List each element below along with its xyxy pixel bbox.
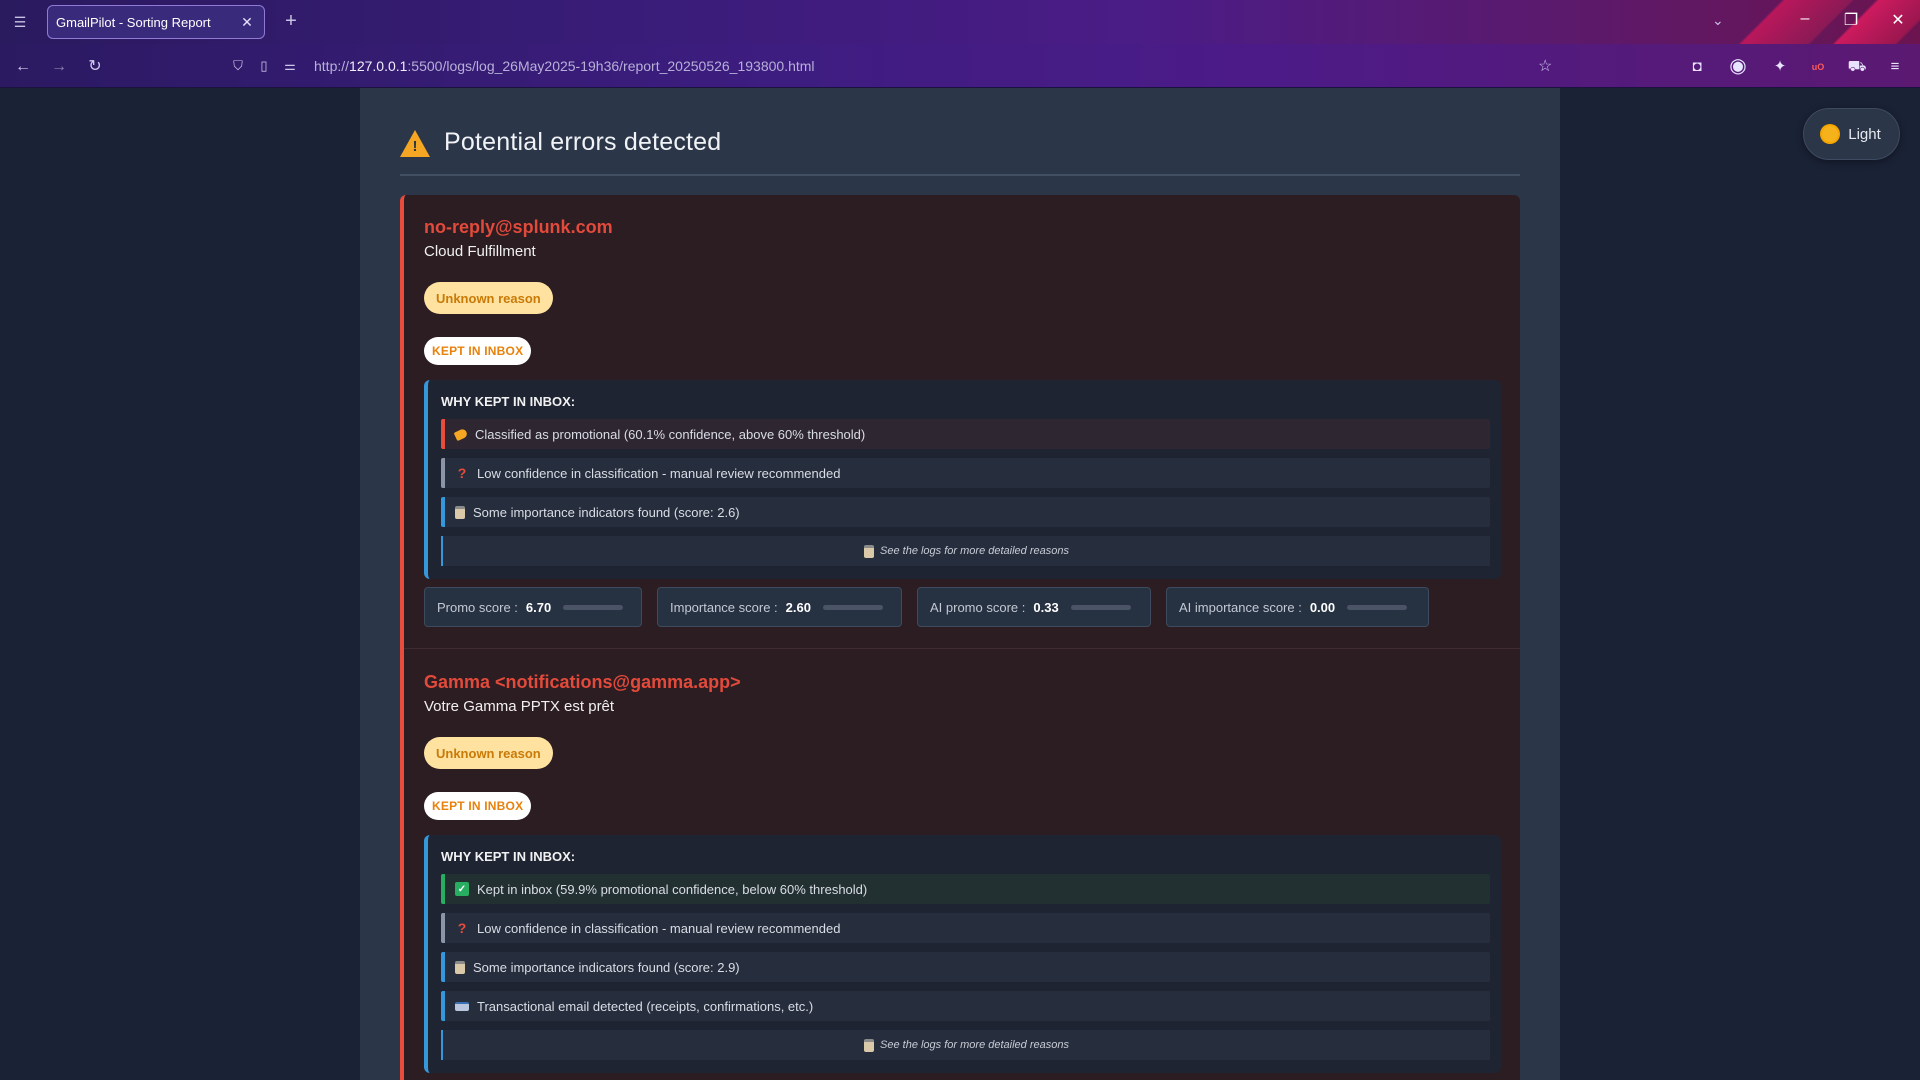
bookmark-star-icon[interactable]: ☆ xyxy=(1538,56,1552,76)
sun-icon xyxy=(1822,126,1839,142)
shield-icon[interactable]: ⛉ xyxy=(230,58,246,74)
why-kept-box: WHY KEPT IN INBOX: Classified as promoti… xyxy=(424,380,1501,579)
score-bar xyxy=(563,604,624,610)
url-prefix: http:// xyxy=(314,58,350,74)
extension-car-icon[interactable]: ⛟ xyxy=(1846,56,1868,78)
question-mark-icon: ? xyxy=(457,920,467,936)
page-icon[interactable]: ▯ xyxy=(256,58,272,74)
restore-icon[interactable]: ❐ xyxy=(1839,10,1863,30)
pocket-icon[interactable]: ◘ xyxy=(1686,56,1708,78)
score-row: Promo score : 6.70 Importance score : 2.… xyxy=(424,587,1429,627)
score-value: 6.70 xyxy=(525,599,552,615)
minimize-icon[interactable]: – xyxy=(1793,10,1817,28)
score-card: AI promo score : 0.33 xyxy=(917,587,1151,627)
extensions-icon[interactable]: ✦ xyxy=(1769,56,1791,78)
reason-item: Classified as promotional (60.1% confide… xyxy=(441,419,1490,449)
reason-item: Transactional email detected (receipts, … xyxy=(441,991,1490,1021)
clipboard-icon xyxy=(455,505,465,519)
score-label: AI promo score : xyxy=(930,599,1026,615)
back-arrow-icon[interactable]: ← xyxy=(12,56,34,78)
question-mark-icon: ? xyxy=(457,465,467,481)
new-tab-icon[interactable]: + xyxy=(280,11,302,33)
email-sender: no-reply@splunk.com xyxy=(424,217,613,237)
score-value: 2.60 xyxy=(785,599,811,615)
status-badge: KEPT IN INBOX xyxy=(424,792,532,820)
chevron-down-icon[interactable]: ⌄ xyxy=(1712,12,1724,29)
url-host: 127.0.0.1 xyxy=(349,58,408,74)
errors-card: no-reply@splunk.com Cloud Fulfillment Un… xyxy=(400,195,1520,1080)
email-entry: Gamma <notifications@gamma.app> Votre Ga… xyxy=(404,649,1520,1080)
email-subject: Cloud Fulfillment xyxy=(424,243,536,260)
why-kept-title: WHY KEPT IN INBOX: xyxy=(441,849,576,864)
hamburger-menu-icon[interactable]: ≡ xyxy=(1884,56,1906,78)
score-bar xyxy=(1070,604,1131,610)
browser-navigation-bar: ← → ↻ ⛉ ▯ ⚌ http://127.0.0.1:5500/logs/l… xyxy=(0,44,1920,88)
reason-badge: Unknown reason xyxy=(424,282,553,314)
clipboard-icon xyxy=(864,1038,875,1052)
clipboard-icon xyxy=(455,960,465,974)
account-icon[interactable]: ◉ xyxy=(1727,56,1749,78)
browser-tab[interactable]: GmailPilot - Sorting Report ✕ xyxy=(47,5,265,39)
permissions-icon[interactable]: ⚌ xyxy=(282,58,298,74)
section-header: ! Potential errors detected xyxy=(400,128,1520,176)
reload-icon[interactable]: ↻ xyxy=(84,56,106,78)
score-label: AI importance score : xyxy=(1179,599,1302,615)
reason-text: Low confidence in classification - manua… xyxy=(477,465,841,481)
reason-text: Classified as promotional (60.1% confide… xyxy=(475,426,866,442)
why-kept-title: WHY KEPT IN INBOX: xyxy=(441,394,576,409)
reason-item: ? Low confidence in classification - man… xyxy=(441,913,1490,943)
warning-icon: ! xyxy=(400,130,430,157)
page-viewport: ! Potential errors detected no-reply@spl… xyxy=(0,88,1920,1080)
theme-toggle-label: Light xyxy=(1848,125,1881,143)
reason-text: Low confidence in classification - manua… xyxy=(477,920,841,936)
score-value: 0.33 xyxy=(1033,599,1059,615)
tab-close-icon[interactable]: ✕ xyxy=(238,14,256,31)
address-bar[interactable]: ⛉ ▯ ⚌ http://127.0.0.1:5500/logs/log_26M… xyxy=(230,50,1560,82)
checkmark-icon: ✓ xyxy=(455,882,469,896)
logs-note-text: See the logs for more detailed reasons xyxy=(880,545,1069,557)
why-kept-box: WHY KEPT IN INBOX: ✓ Kept in inbox (59.9… xyxy=(424,835,1501,1073)
status-badge: KEPT IN INBOX xyxy=(424,337,532,365)
forward-arrow-icon[interactable]: → xyxy=(48,56,70,78)
credit-card-icon xyxy=(455,1001,469,1011)
score-label: Importance score : xyxy=(670,599,778,615)
tab-title: GmailPilot - Sorting Report xyxy=(56,14,211,30)
reason-text: Transactional email detected (receipts, … xyxy=(477,998,814,1014)
tag-icon xyxy=(453,427,469,441)
score-card: Importance score : 2.60 xyxy=(657,587,902,627)
reason-item: ? Low confidence in classification - man… xyxy=(441,458,1490,488)
list-all-tabs-icon[interactable]: ☰ xyxy=(10,12,30,32)
score-bar xyxy=(822,604,883,610)
reason-text: Kept in inbox (59.9% promotional confide… xyxy=(477,881,868,897)
browser-tab-bar: ☰ GmailPilot - Sorting Report ✕ + ⌄ – ❐ … xyxy=(0,0,1920,88)
reason-text: Some importance indicators found (score:… xyxy=(473,959,740,975)
ublock-icon[interactable]: uO xyxy=(1807,56,1829,78)
email-subject: Votre Gamma PPTX est prêt xyxy=(424,698,615,715)
reason-item: Some importance indicators found (score:… xyxy=(441,497,1490,527)
score-card: AI importance score : 0.00 xyxy=(1166,587,1429,627)
logs-note: See the logs for more detailed reasons xyxy=(441,536,1490,566)
report-container: ! Potential errors detected no-reply@spl… xyxy=(360,88,1560,1080)
reason-badge: Unknown reason xyxy=(424,737,553,769)
theme-toggle-button[interactable]: Light xyxy=(1803,108,1900,160)
logs-note-text: See the logs for more detailed reasons xyxy=(880,1039,1069,1051)
email-entry: no-reply@splunk.com Cloud Fulfillment Un… xyxy=(404,195,1520,649)
clipboard-icon xyxy=(864,544,875,558)
score-card: Promo score : 6.70 xyxy=(424,587,642,627)
section-title: Potential errors detected xyxy=(444,128,722,156)
url-text[interactable]: http://127.0.0.1:5500/logs/log_26May2025… xyxy=(314,58,815,74)
reason-item: Some importance indicators found (score:… xyxy=(441,952,1490,982)
score-bar xyxy=(1347,604,1408,610)
logs-note: See the logs for more detailed reasons xyxy=(441,1030,1490,1060)
email-sender: Gamma <notifications@gamma.app> xyxy=(424,672,741,692)
close-window-icon[interactable]: ✕ xyxy=(1886,10,1910,30)
score-label: Promo score : xyxy=(437,599,518,615)
reason-text: Some importance indicators found (score:… xyxy=(473,504,740,520)
reason-item: ✓ Kept in inbox (59.9% promotional confi… xyxy=(441,874,1490,904)
score-value: 0.00 xyxy=(1309,599,1336,615)
url-path: :5500/logs/log_26May2025-19h36/report_20… xyxy=(407,58,815,74)
